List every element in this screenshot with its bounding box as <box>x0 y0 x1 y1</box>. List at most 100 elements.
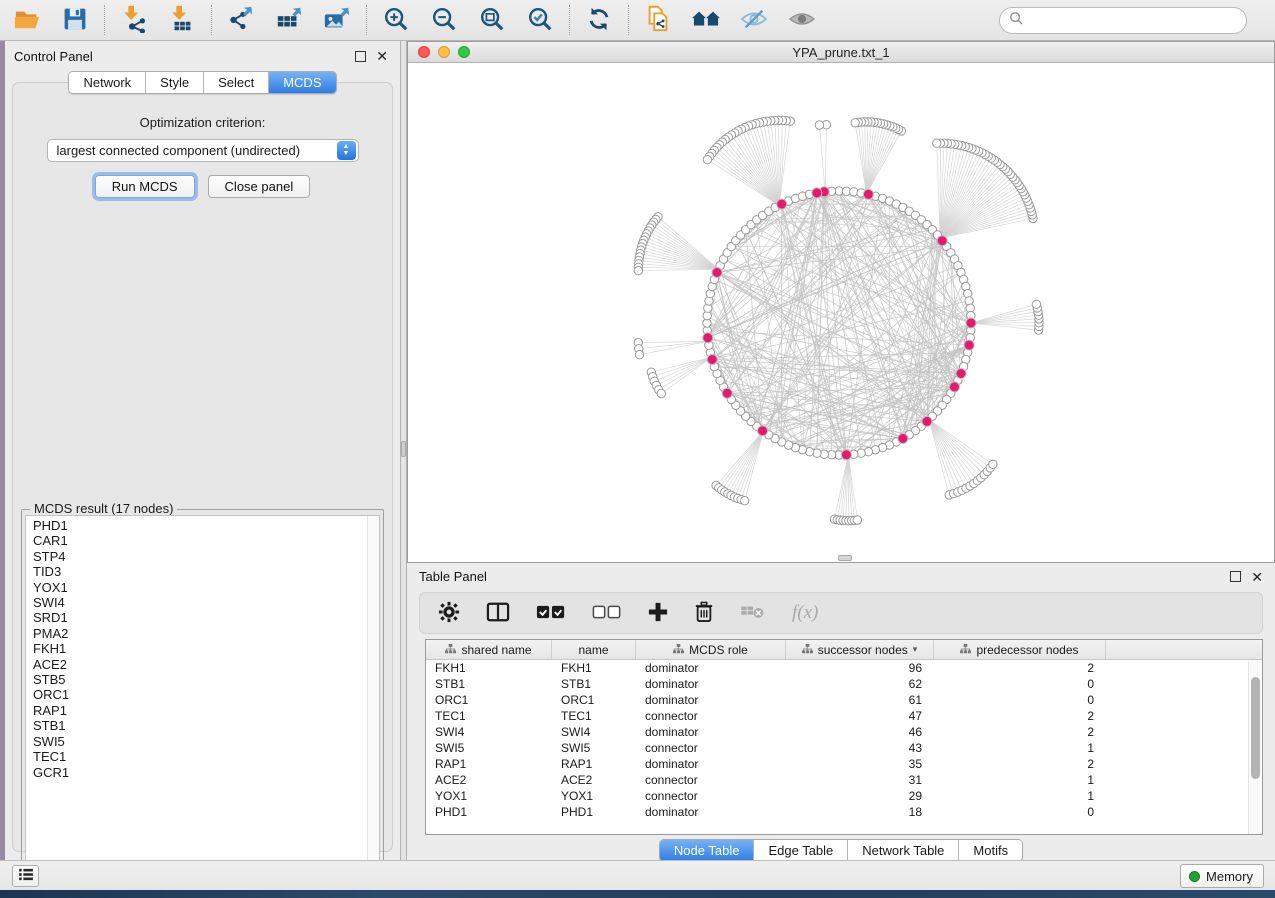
float-table-panel-icon[interactable] <box>1230 571 1241 582</box>
network-node[interactable] <box>741 497 749 505</box>
tab-node-table[interactable]: Node Table <box>660 840 755 861</box>
zoom-out-button[interactable] <box>427 4 461 36</box>
table-settings-button[interactable] <box>438 601 460 626</box>
network-canvas[interactable] <box>408 63 1274 562</box>
mcds-result-item[interactable]: FKH1 <box>33 641 379 656</box>
close-table-panel-icon[interactable]: ✕ <box>1251 570 1263 584</box>
network-window-titlebar[interactable]: YPA_prune.txt_1 <box>408 42 1274 63</box>
create-column-button[interactable] <box>648 602 668 625</box>
mcds-list-scrollbar[interactable] <box>367 516 379 874</box>
network-node[interactable] <box>853 516 861 524</box>
apply-style-button[interactable] <box>582 4 616 36</box>
close-panel-icon[interactable]: ✕ <box>376 49 388 63</box>
panel-splitter[interactable] <box>400 41 407 860</box>
mcds-result-item[interactable]: YOX1 <box>33 580 379 595</box>
tab-network[interactable]: Network <box>69 72 146 93</box>
table-scrollbar[interactable] <box>1248 661 1261 834</box>
table-scrollbar-thumb[interactable] <box>1251 677 1260 779</box>
mcds-result-item[interactable]: PMA2 <box>33 626 379 641</box>
network-node[interactable] <box>851 119 859 127</box>
mcds-hub-node[interactable] <box>966 318 976 328</box>
float-panel-icon[interactable] <box>355 51 366 62</box>
hide-selected-button[interactable] <box>737 4 771 36</box>
mcds-hub-node[interactable] <box>707 355 717 365</box>
show-panels-button[interactable] <box>12 865 39 887</box>
mcds-hub-node[interactable] <box>812 188 822 198</box>
save-session-button[interactable] <box>58 4 92 36</box>
table-row[interactable]: PHD1PHD1dominator180 <box>426 804 1262 820</box>
mcds-result-item[interactable]: STB5 <box>33 672 379 687</box>
select-all-columns-button[interactable] <box>536 604 566 623</box>
close-panel-button[interactable]: Close panel <box>208 175 311 198</box>
mcds-result-item[interactable]: TEC1 <box>33 749 379 764</box>
mcds-hub-node[interactable] <box>950 382 960 392</box>
deselect-all-columns-button[interactable] <box>592 604 622 623</box>
mcds-hub-node[interactable] <box>937 236 947 246</box>
table-row[interactable]: FKH1FKH1dominator962 <box>426 660 1262 676</box>
mcds-hub-node[interactable] <box>964 340 974 350</box>
tab-motifs[interactable]: Motifs <box>959 840 1022 861</box>
mcds-hub-node[interactable] <box>898 434 908 444</box>
open-file-button[interactable] <box>10 4 44 36</box>
export-network-button[interactable] <box>224 4 258 36</box>
window-resize-grip[interactable] <box>838 555 852 561</box>
table-row[interactable]: TEC1TEC1connector472 <box>426 708 1262 724</box>
mcds-result-item[interactable]: TID3 <box>33 564 379 579</box>
network-node[interactable] <box>634 267 642 275</box>
export-image-button[interactable] <box>320 4 354 36</box>
tab-mcds[interactable]: MCDS <box>269 72 335 93</box>
show-column-panel-button[interactable] <box>486 601 510 626</box>
mcds-hub-node[interactable] <box>722 388 732 398</box>
column-header-mcds-role[interactable]: MCDS role <box>636 640 786 659</box>
mcds-result-item[interactable]: STB1 <box>33 718 379 733</box>
run-mcds-button[interactable]: Run MCDS <box>95 175 195 198</box>
zoom-fit-button[interactable] <box>475 4 509 36</box>
criterion-select[interactable]: largest connected component (undirected)… <box>47 139 359 162</box>
column-header-name[interactable]: name <box>552 640 636 659</box>
mcds-hub-node[interactable] <box>841 450 851 460</box>
network-node[interactable] <box>933 139 941 147</box>
tab-network-table[interactable]: Network Table <box>848 840 959 861</box>
network-node[interactable] <box>635 351 643 359</box>
mcds-result-item[interactable]: STP4 <box>33 549 379 564</box>
mcds-result-item[interactable]: ORC1 <box>33 687 379 702</box>
mcds-result-item[interactable]: PHD1 <box>33 518 379 533</box>
mcds-result-item[interactable]: ACE2 <box>33 657 379 672</box>
network-node[interactable] <box>1032 300 1040 308</box>
mcds-result-item[interactable]: GCR1 <box>33 765 379 780</box>
network-node[interactable] <box>989 460 997 468</box>
mcds-result-item[interactable]: CAR1 <box>33 533 379 548</box>
export-table-button[interactable] <box>272 4 306 36</box>
show-all-button[interactable] <box>785 4 819 36</box>
tab-style[interactable]: Style <box>146 72 204 93</box>
table-row[interactable]: SWI5SWI5connector431 <box>426 740 1262 756</box>
clone-network-button[interactable] <box>641 4 675 36</box>
table-row[interactable]: ACE2ACE2connector311 <box>426 772 1262 788</box>
table-row[interactable]: ORC1ORC1dominator610 <box>426 692 1262 708</box>
mcds-hub-node[interactable] <box>703 333 713 343</box>
memory-button[interactable]: Memory <box>1180 864 1264 888</box>
mcds-result-item[interactable]: SWI5 <box>33 734 379 749</box>
column-header-predecessor-nodes[interactable]: predecessor nodes <box>934 640 1106 659</box>
table-row[interactable]: STB1STB1dominator620 <box>426 676 1262 692</box>
mcds-hub-node[interactable] <box>712 268 722 278</box>
zoom-selected-button[interactable] <box>523 4 557 36</box>
network-node[interactable] <box>657 389 665 397</box>
import-table-button[interactable] <box>165 4 199 36</box>
mcds-hub-node[interactable] <box>863 189 873 199</box>
column-header-shared-name[interactable]: shared name <box>426 640 552 659</box>
zoom-in-button[interactable] <box>379 4 413 36</box>
network-node[interactable] <box>815 121 823 129</box>
search-input[interactable] <box>1029 13 1229 28</box>
mcds-result-item[interactable]: RAP1 <box>33 703 379 718</box>
network-graph[interactable] <box>408 63 1274 562</box>
first-neighbors-button[interactable] <box>689 4 723 36</box>
mcds-result-item[interactable]: SWI4 <box>33 595 379 610</box>
table-row[interactable]: RAP1RAP1dominator352 <box>426 756 1262 772</box>
column-header-successor-nodes[interactable]: successor nodes▾ <box>786 640 934 659</box>
import-network-button[interactable] <box>117 4 151 36</box>
table-row[interactable]: SWI4SWI4dominator462 <box>426 724 1262 740</box>
search-field[interactable] <box>999 7 1247 34</box>
mcds-result-item[interactable]: SRD1 <box>33 610 379 625</box>
mcds-hub-node[interactable] <box>777 199 787 209</box>
